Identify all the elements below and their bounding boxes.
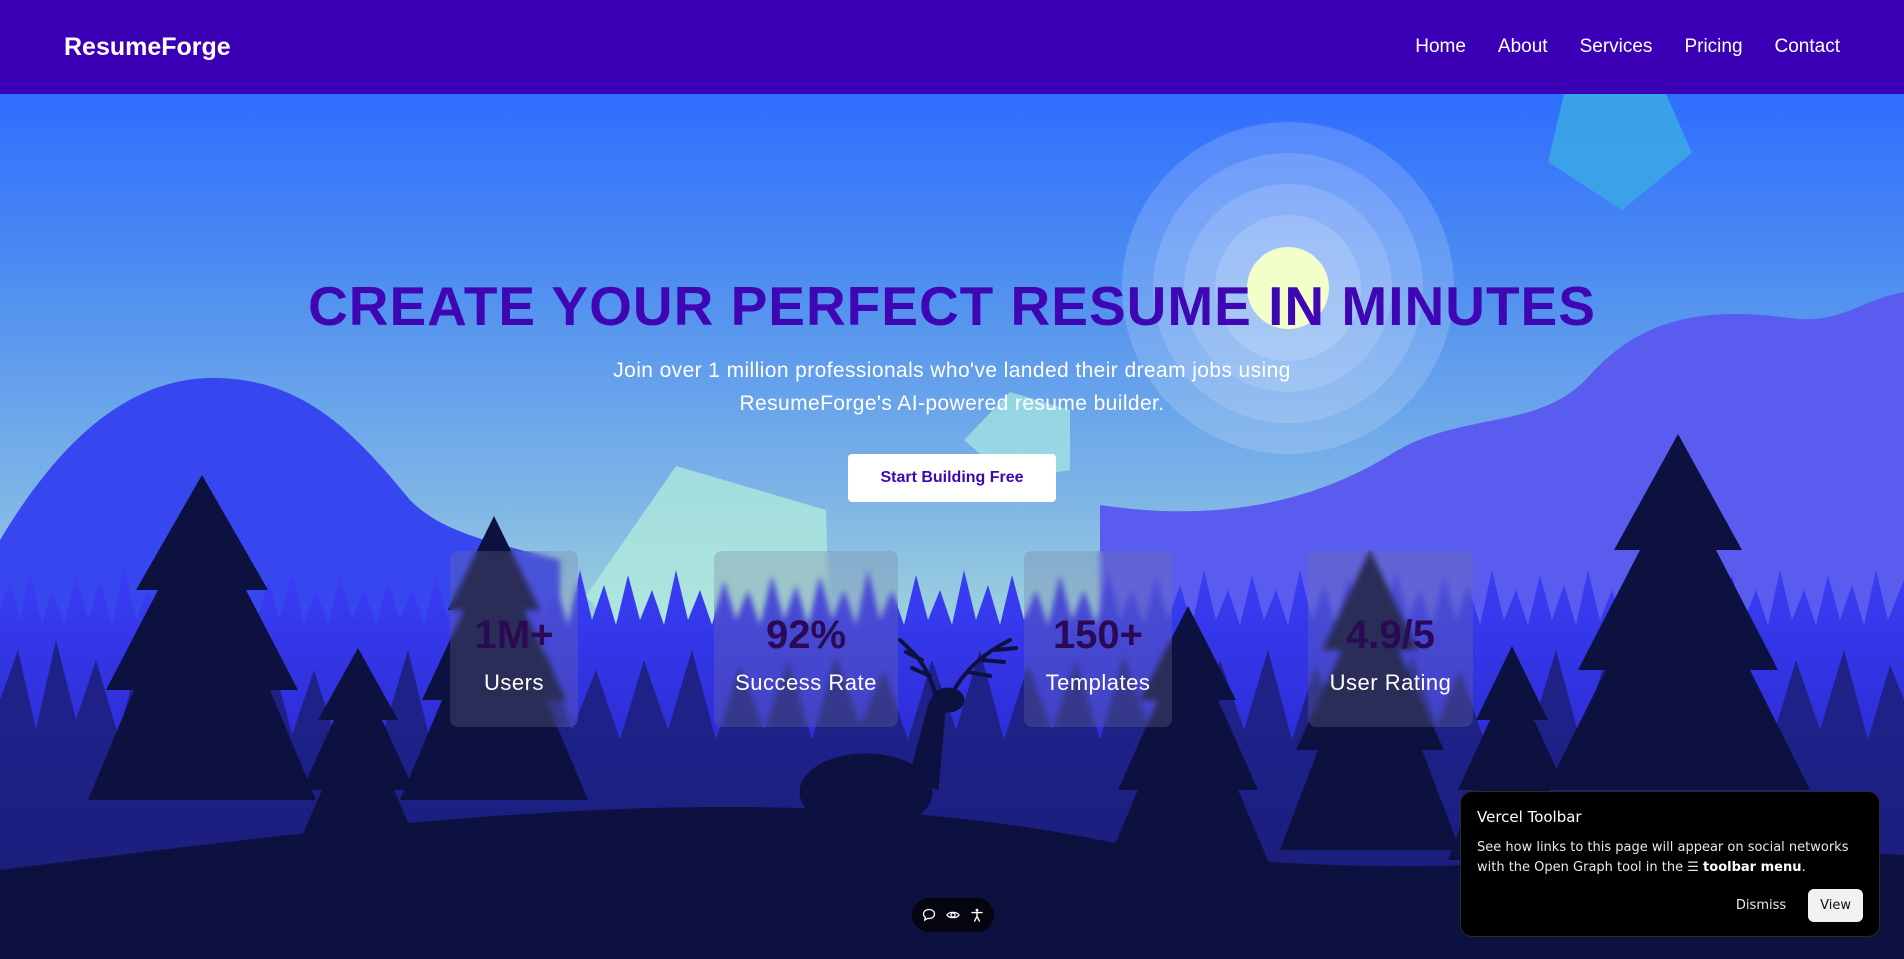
stat-card-success-rate: 92% Success Rate [714, 551, 898, 727]
dismiss-button[interactable]: Dismiss [1730, 897, 1792, 914]
stat-card-users: 1M+ Users [450, 551, 578, 727]
stat-label: Templates [1045, 670, 1151, 695]
stat-value: 92% [765, 613, 847, 657]
menu-icon: ☰ [1687, 860, 1699, 875]
hero-subtitle: Join over 1 million professionals who've… [613, 359, 1291, 415]
vercel-popup-title: Vercel Toolbar [1477, 808, 1582, 826]
nav-link-pricing[interactable]: Pricing [1684, 36, 1742, 58]
stat-label: User Rating [1329, 670, 1452, 695]
stat-label: Users [484, 670, 544, 695]
stat-value: 4.9/5 [1346, 613, 1435, 657]
dev-mini-toolbar [912, 898, 994, 932]
stats-row: 1M+ Users 92% Success Rate 150+ Template… [0, 551, 1904, 727]
top-navigation-bar: ResumeForge Home About Services Pricing … [0, 0, 1904, 94]
stat-card-user-rating: 4.9/5 User Rating [1308, 551, 1473, 727]
stat-card-templates: 150+ Templates [1024, 551, 1172, 727]
main-nav: Home About Services Pricing Contact [1415, 36, 1840, 58]
view-button[interactable]: View [1808, 889, 1863, 922]
nav-link-services[interactable]: Services [1580, 36, 1653, 58]
vercel-popup-actions: Dismiss View [1730, 889, 1863, 922]
nav-link-contact[interactable]: Contact [1775, 36, 1840, 58]
decorative-pentagon [1548, 94, 1692, 210]
brand-logo[interactable]: ResumeForge [64, 33, 231, 62]
hero-headline: CREATE YOUR PERFECT RESUME IN MINUTES [308, 275, 1596, 337]
vercel-toolbar-popup: Vercel Toolbar See how links to this pag… [1460, 791, 1880, 937]
start-building-button[interactable]: Start Building Free [848, 454, 1056, 502]
nav-link-home[interactable]: Home [1415, 36, 1466, 58]
hero-content: CREATE YOUR PERFECT RESUME IN MINUTES Jo… [0, 274, 1904, 502]
stat-value: 150+ [1052, 613, 1144, 657]
eye-icon[interactable] [946, 908, 960, 922]
nav-link-about[interactable]: About [1498, 36, 1548, 58]
stat-value: 1M+ [474, 613, 554, 657]
stat-label: Success Rate [735, 670, 877, 695]
accessibility-icon[interactable] [970, 908, 984, 922]
vercel-popup-message: See how links to this page will appear o… [1477, 840, 1849, 875]
comment-icon[interactable] [922, 908, 936, 922]
